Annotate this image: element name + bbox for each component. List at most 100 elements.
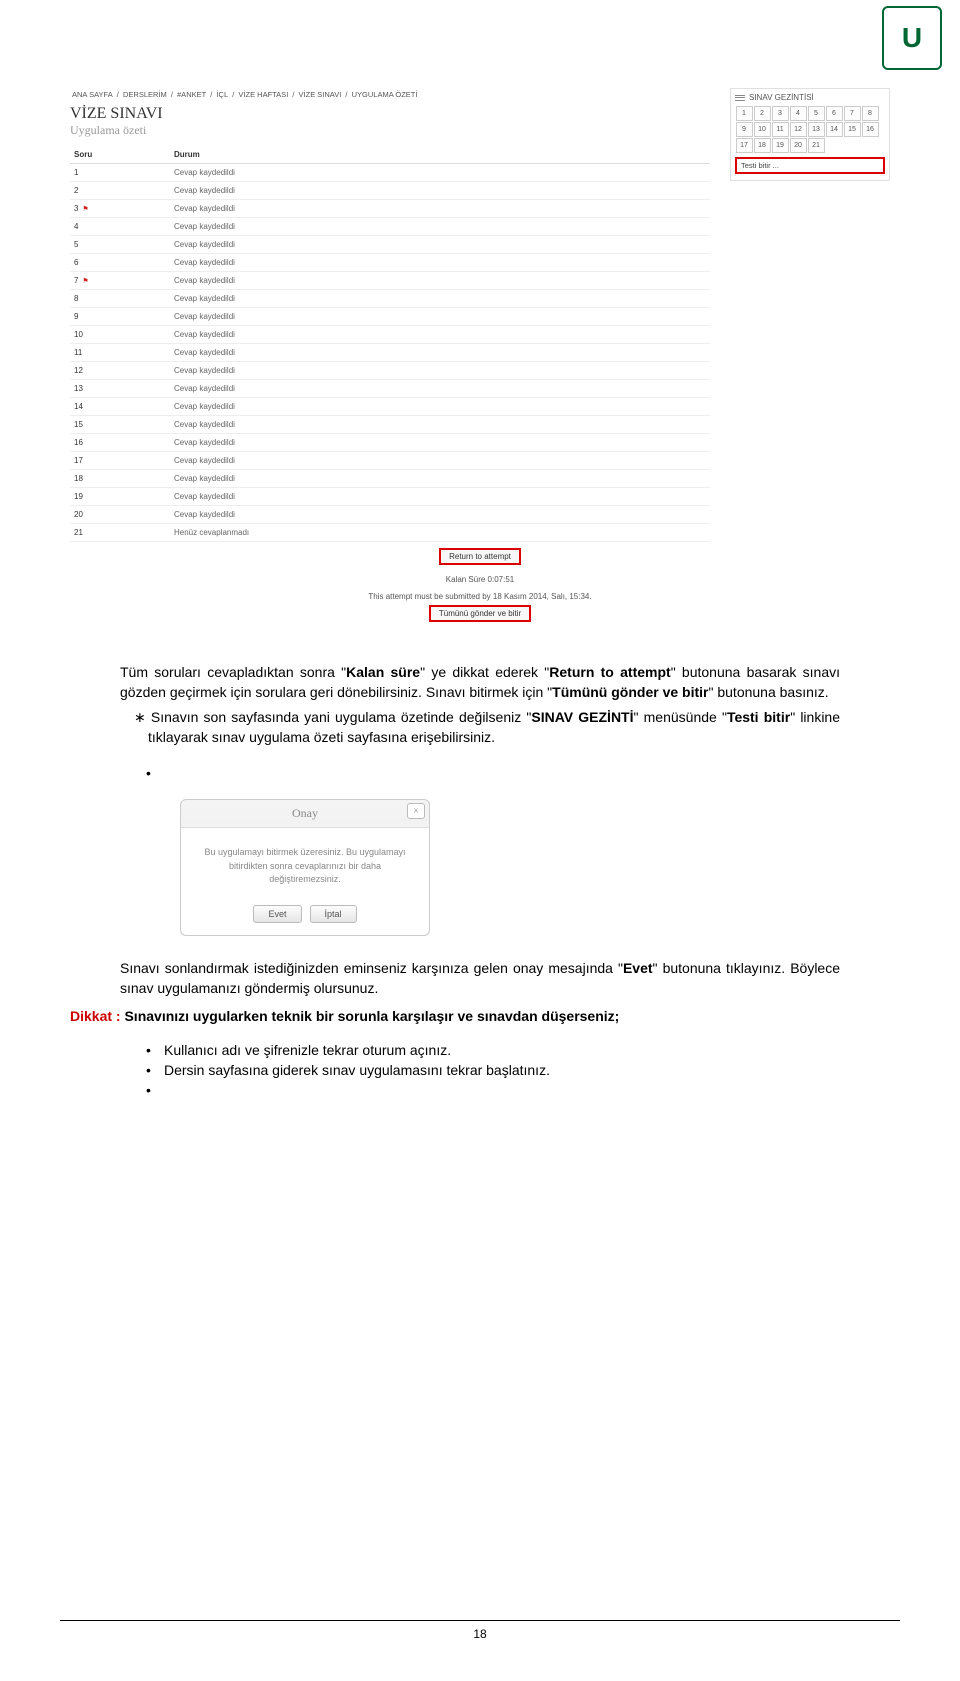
nav-question-button[interactable]: 4 <box>790 106 807 121</box>
nav-question-button[interactable]: 7 <box>844 106 861 121</box>
nav-question-button[interactable]: 16 <box>862 122 879 137</box>
question-number: 10 <box>70 326 170 344</box>
nav-question-button[interactable]: 9 <box>736 122 753 137</box>
page-number: 18 <box>473 1627 486 1641</box>
table-row: 3 ⚑Cevap kaydedildi <box>70 200 710 218</box>
finish-test-link[interactable]: Testi bitir ... <box>735 157 885 174</box>
summary-table: Soru Durum 1Cevap kaydedildi2Cevap kayde… <box>70 146 710 542</box>
submit-all-button[interactable]: Tümünü gönder ve bitir <box>429 605 531 622</box>
question-number: 6 <box>70 254 170 272</box>
menu-icon <box>735 93 745 102</box>
breadcrumb-item[interactable]: VİZE HAFTASI <box>238 90 288 99</box>
question-number: 16 <box>70 434 170 452</box>
flag-icon: ⚑ <box>80 206 88 213</box>
question-status: Cevap kaydedildi <box>170 200 710 218</box>
question-number: 12 <box>70 362 170 380</box>
question-status: Cevap kaydedildi <box>170 290 710 308</box>
col-soru: Soru <box>70 146 170 164</box>
question-status: Cevap kaydedildi <box>170 362 710 380</box>
question-number: 11 <box>70 344 170 362</box>
question-number: 14 <box>70 398 170 416</box>
return-to-attempt-button[interactable]: Return to attempt <box>439 548 521 565</box>
question-number: 7 ⚑ <box>70 272 170 290</box>
remaining-time: Kalan Süre 0:07:51 <box>70 575 890 584</box>
table-row: 13Cevap kaydedildi <box>70 380 710 398</box>
question-status: Cevap kaydedildi <box>170 488 710 506</box>
nav-question-button[interactable]: 18 <box>754 138 771 153</box>
question-status: Cevap kaydedildi <box>170 236 710 254</box>
question-number: 13 <box>70 380 170 398</box>
question-status: Cevap kaydedildi <box>170 416 710 434</box>
question-number: 19 <box>70 488 170 506</box>
question-number: 20 <box>70 506 170 524</box>
quiz-navigation-panel: SINAV GEZİNTİSİ 123456789101112131415161… <box>730 88 890 181</box>
dialog-cancel-button[interactable]: İptal <box>310 905 357 923</box>
table-row: 10Cevap kaydedildi <box>70 326 710 344</box>
nav-title: SINAV GEZİNTİSİ <box>749 93 814 102</box>
close-icon[interactable]: × <box>407 803 425 819</box>
brand-logo: U <box>882 6 942 70</box>
nav-question-button[interactable]: 10 <box>754 122 771 137</box>
breadcrumb-item[interactable]: İÇL <box>216 90 228 99</box>
breadcrumb-item[interactable]: DERSLERİM <box>123 90 167 99</box>
question-number: 3 ⚑ <box>70 200 170 218</box>
dikkat-label: Dikkat : <box>70 1008 124 1024</box>
table-row: 6Cevap kaydedildi <box>70 254 710 272</box>
nav-question-button[interactable]: 5 <box>808 106 825 121</box>
confirm-dialog-screenshot: Onay × Bu uygulamayı bitirmek üzeresiniz… <box>180 799 430 936</box>
dialog-body: Bu uygulamayı bitirmek üzeresiniz. Bu uy… <box>181 828 429 897</box>
question-number: 2 <box>70 182 170 200</box>
breadcrumb-item[interactable]: UYGULAMA ÖZETİ <box>352 90 418 99</box>
table-row: 19Cevap kaydedildi <box>70 488 710 506</box>
dialog-title: Onay <box>292 806 318 821</box>
nav-question-button[interactable]: 12 <box>790 122 807 137</box>
table-row: 14Cevap kaydedildi <box>70 398 710 416</box>
question-status: Cevap kaydedildi <box>170 452 710 470</box>
nav-question-button[interactable]: 3 <box>772 106 789 121</box>
question-status: Cevap kaydedildi <box>170 344 710 362</box>
question-number: 5 <box>70 236 170 254</box>
question-status: Cevap kaydedildi <box>170 326 710 344</box>
dialog-yes-button[interactable]: Evet <box>253 905 301 923</box>
nav-question-button[interactable]: 14 <box>826 122 843 137</box>
table-row: 2Cevap kaydedildi <box>70 182 710 200</box>
table-row: 9Cevap kaydedildi <box>70 308 710 326</box>
bullet-1: Kullanıcı adı ve şifrenizle tekrar oturu… <box>120 1042 840 1058</box>
deadline-text: This attempt must be submitted by 18 Kas… <box>70 592 890 601</box>
nav-question-button[interactable]: 15 <box>844 122 861 137</box>
question-status: Cevap kaydedildi <box>170 182 710 200</box>
nav-question-button[interactable]: 20 <box>790 138 807 153</box>
nav-question-button[interactable]: 17 <box>736 138 753 153</box>
question-status: Cevap kaydedildi <box>170 434 710 452</box>
nav-question-button[interactable]: 11 <box>772 122 789 137</box>
nav-question-button[interactable]: 13 <box>808 122 825 137</box>
question-number: 18 <box>70 470 170 488</box>
instruction-sub-asterisk: ∗ Sınavın son sayfasında yani uygulama ö… <box>120 707 840 748</box>
table-row: 16Cevap kaydedildi <box>70 434 710 452</box>
breadcrumb-item[interactable]: #ANKET <box>177 90 206 99</box>
table-row: 8Cevap kaydedildi <box>70 290 710 308</box>
bullet-empty-2 <box>120 1082 840 1098</box>
question-number: 9 <box>70 308 170 326</box>
table-row: 1Cevap kaydedildi <box>70 164 710 182</box>
nav-question-button[interactable]: 21 <box>808 138 825 153</box>
bullet-empty <box>120 765 840 781</box>
table-row: 20Cevap kaydedildi <box>70 506 710 524</box>
nav-question-button[interactable]: 19 <box>772 138 789 153</box>
question-number: 17 <box>70 452 170 470</box>
table-row: 21Henüz cevaplanmadı <box>70 524 710 542</box>
nav-question-button[interactable]: 2 <box>754 106 771 121</box>
question-status: Cevap kaydedildi <box>170 254 710 272</box>
question-number: 15 <box>70 416 170 434</box>
question-status: Cevap kaydedildi <box>170 506 710 524</box>
breadcrumb-item[interactable]: VİZE SINAVI <box>299 90 342 99</box>
table-row: 5Cevap kaydedildi <box>70 236 710 254</box>
breadcrumb-item[interactable]: ANA SAYFA <box>72 90 113 99</box>
nav-question-button[interactable]: 8 <box>862 106 879 121</box>
table-row: 12Cevap kaydedildi <box>70 362 710 380</box>
question-status: Henüz cevaplanmadı <box>170 524 710 542</box>
question-status: Cevap kaydedildi <box>170 398 710 416</box>
nav-question-button[interactable]: 6 <box>826 106 843 121</box>
nav-question-button[interactable]: 1 <box>736 106 753 121</box>
question-number: 1 <box>70 164 170 182</box>
